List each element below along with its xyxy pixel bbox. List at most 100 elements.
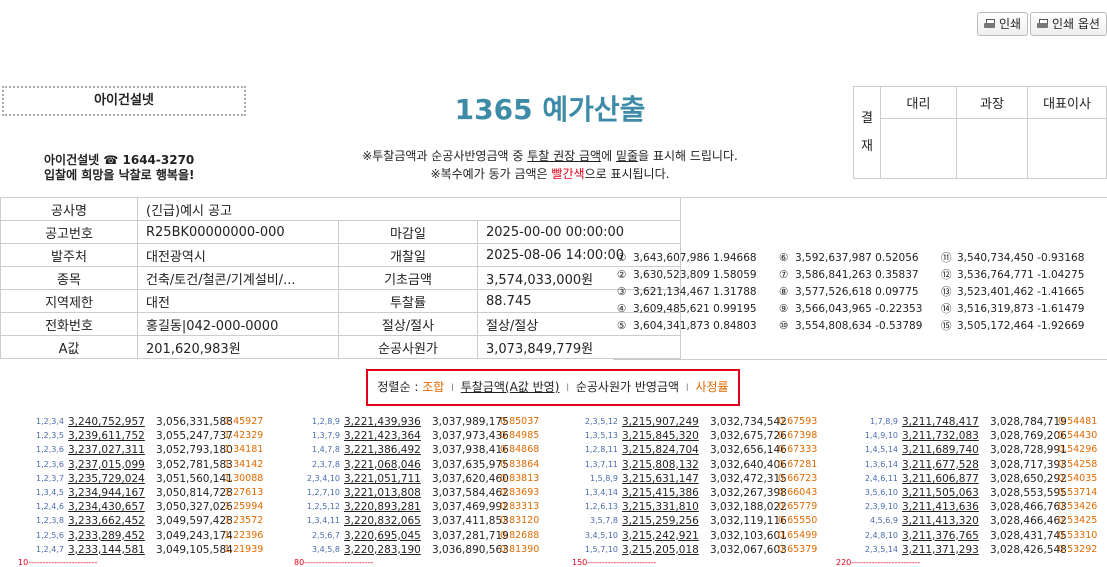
result-row[interactable]: 1,2,3,6 3,237,027,311 3,052,793,180 1.34181 (36, 443, 269, 457)
result-net-amount: 3,032,640,406 (710, 458, 787, 471)
result-row[interactable]: 1,2,3,4 3,240,752,957 3,056,331,588 1.45927 (36, 415, 269, 429)
result-row[interactable]: 2,3,9,10 3,211,413,636 3,028,466,763 0.5342… (865, 500, 1103, 514)
result-row[interactable]: 2,4,8,10 3,211,376,765 3,028,431,745 0.5331… (865, 529, 1103, 543)
reserve-price-amount: 3,592,637,987 (795, 252, 872, 264)
result-row[interactable]: 1,3,5,13 3,215,845,320 3,032,675,726 0.6739… (585, 429, 823, 443)
company-slogan: 입찰에 희망을 낙찰로 행복을! (44, 168, 195, 182)
result-row[interactable]: 1,3,6,14 3,211,677,528 3,028,717,393 0.5425… (865, 458, 1103, 472)
result-row[interactable]: 1,5,8,9 3,215,631,147 3,032,472,315 0.66723 (590, 472, 823, 486)
result-row[interactable]: 1,4,7,8 3,221,386,492 3,037,938,416 0.84868 (312, 443, 545, 457)
result-combo: 1,4,5,14 (864, 445, 898, 455)
result-combo: 2,5,6,7 (312, 530, 340, 540)
result-row[interactable]: 1,2,8,11 3,215,824,704 3,032,656,146 0.6733… (585, 443, 823, 457)
approval-side-label: 결재 (853, 86, 881, 179)
result-net-amount: 3,032,103,601 (710, 529, 787, 542)
result-block: 2,3,5,12 3,215,907,249 3,032,734,542 0.6759… (585, 415, 823, 557)
result-row[interactable]: 1,7,8,9 3,211,748,417 3,028,784,719 0.54481 (870, 415, 1103, 429)
result-row[interactable]: 1,3,4,14 3,215,415,386 3,032,267,398 0.6604… (585, 486, 823, 500)
result-net-amount: 3,056,331,588 (156, 416, 233, 428)
result-row[interactable]: 1,4,5,14 3,211,689,740 3,028,728,991 0.5429… (865, 443, 1103, 457)
result-rate: 1.25994 (224, 501, 264, 513)
result-row[interactable]: 2,3,5,12 3,215,907,249 3,032,734,542 0.6759… (585, 415, 823, 429)
result-row[interactable]: 2,4,6,11 3,211,606,877 3,028,650,292 0.5403… (865, 472, 1103, 486)
result-bid-amount: 3,215,845,320 (622, 430, 699, 443)
result-net-amount: 3,037,584,462 (432, 486, 509, 499)
result-rate: 0.84868 (500, 444, 540, 456)
approval-sign-ceo[interactable] (1027, 118, 1107, 179)
result-rate: 0.83813 (500, 472, 540, 484)
result-row[interactable]: 3,5,6,10 3,211,505,063 3,028,553,595 0.5371… (865, 486, 1103, 500)
result-row[interactable]: 1,2,4,7 3,233,144,581 3,049,105,584 1.21939 (36, 543, 269, 557)
result-net-amount: 3,037,620,460 (432, 472, 509, 485)
result-row[interactable]: 3,5,7,8 3,215,259,256 3,032,119,116 0.65550 (590, 514, 823, 528)
result-combo: 2,3,7,8 (312, 459, 340, 469)
result-row[interactable]: 1,2,5,12 3,220,893,281 3,037,469,992 0.8331… (307, 500, 545, 514)
result-bid-amount: 3,211,413,636 (902, 501, 979, 514)
reserve-price-rate: -1.41665 (1037, 286, 1085, 298)
result-combo: 1,2,5,6 (36, 530, 64, 540)
result-row[interactable]: 1,4,9,10 3,211,732,083 3,028,769,206 0.5443… (865, 429, 1103, 443)
result-row[interactable]: 1,5,7,10 3,215,205,018 3,032,067,603 0.6537… (585, 543, 823, 557)
print-label: 인쇄 (999, 17, 1022, 31)
result-row[interactable]: 3,4,5,8 3,220,283,190 3,036,890,563 0.81390 (312, 543, 545, 557)
reserve-price-number: ① (617, 252, 627, 264)
result-rate: 1.42329 (224, 430, 264, 442)
result-row[interactable]: 2,3,4,10 3,221,051,711 3,037,620,460 0.8381… (307, 472, 545, 486)
result-row[interactable]: 2,3,7,8 3,221,068,046 3,037,635,975 0.83864 (312, 458, 545, 472)
result-rate: 0.53425 (1058, 515, 1098, 527)
result-net-amount: 3,028,466,462 (990, 515, 1067, 528)
approval-sign-deputy[interactable] (880, 118, 957, 179)
approval-sign-manager[interactable] (956, 118, 1028, 179)
result-row[interactable]: 1,2,3,7 3,235,729,024 3,051,560,141 1.30088 (36, 472, 269, 486)
result-row[interactable]: 2,3,5,14 3,211,371,293 3,028,426,548 0.5329… (865, 543, 1103, 557)
result-row[interactable]: 1,2,7,10 3,221,013,808 3,037,584,462 0.8369… (307, 486, 545, 500)
result-row[interactable]: 1,3,4,11 3,220,832,065 3,037,411,853 0.8312… (307, 514, 545, 528)
reserve-price-item: ⑩ 3,554,808,634 -0.53789 (779, 318, 949, 335)
result-row[interactable]: 1,3,7,9 3,221,423,364 3,037,973,436 0.84985 (312, 429, 545, 443)
reserve-price-item: ⑤ 3,604,341,873 0.84803 (617, 318, 787, 335)
result-net-amount: 3,036,890,563 (432, 543, 509, 556)
result-rate: 0.53426 (1058, 501, 1098, 513)
reserve-price-amount: 3,505,172,464 (957, 320, 1034, 332)
result-row[interactable]: 1,2,3,8 3,233,662,452 3,049,597,428 1.23572 (36, 514, 269, 528)
result-row[interactable]: 4,5,6,9 3,211,413,320 3,028,466,462 0.53425 (870, 514, 1103, 528)
result-bid-amount: 3,211,505,063 (902, 486, 979, 499)
result-row[interactable]: 1,2,4,6 3,234,430,657 3,050,327,026 1.25994 (36, 500, 269, 514)
result-rate: 1.34142 (224, 458, 264, 470)
reserve-price-rate: 0.84803 (713, 320, 757, 332)
sort-rate-link[interactable]: 사정률 (695, 380, 728, 394)
result-row[interactable]: 1,2,8,9 3,221,439,936 3,037,989,175 0.85037 (312, 415, 545, 429)
result-bid-amount: 3,215,415,386 (622, 486, 699, 499)
result-row[interactable]: 1,2,6,13 3,215,331,810 3,032,188,022 0.6577… (585, 500, 823, 514)
print-button[interactable]: 인쇄 (977, 12, 1029, 36)
sort-bar: 정렬순 : 조합 l 투찰금액(A값 반영) l 순공사원가 반영금액 l 사정… (366, 369, 740, 406)
result-row[interactable]: 1,3,7,11 3,215,808,132 3,032,640,406 0.6728… (585, 458, 823, 472)
reserve-price-rate: 1.58059 (713, 269, 757, 281)
result-row[interactable]: 1,2,3,6 3,237,015,099 3,052,781,583 1.34142 (36, 458, 269, 472)
result-combo: 2,3,5,14 (864, 544, 898, 554)
result-row[interactable]: 3,4,5,10 3,215,242,921 3,032,103,601 0.6549… (585, 529, 823, 543)
result-rate: 0.85037 (500, 416, 540, 427)
result-combo: 1,2,3,6 (36, 445, 64, 455)
sort-net-link[interactable]: 순공사원가 반영금액 (576, 380, 679, 394)
reserve-price-amount: 3,566,043,965 (795, 303, 872, 315)
result-row[interactable]: 1,2,3,5 3,239,611,752 3,055,247,737 1.42329 (36, 429, 269, 443)
reserve-price-rate: -0.22353 (875, 303, 923, 315)
result-combo: 1,5,7,10 (584, 544, 618, 554)
result-combo: 4,5,6,9 (870, 516, 898, 526)
result-row[interactable]: 1,3,4,5 3,234,944,167 3,050,814,728 1.27613 (36, 486, 269, 500)
result-combo: 1,3,7,11 (584, 459, 618, 469)
result-rate: 1.23572 (224, 515, 264, 527)
result-bid-amount: 3,215,824,704 (622, 444, 699, 457)
reserve-price-column: ⑥ 3,592,637,987 0.52056 ⑦ 3,586,841,263 0.3… (779, 250, 949, 335)
result-row[interactable]: 1,2,5,6 3,233,289,452 3,049,243,174 1.22396 (36, 529, 269, 543)
reserve-price-item: ① 3,643,607,986 1.94668 (617, 250, 787, 267)
result-bid-amount: 3,211,371,293 (902, 543, 979, 556)
reserve-price-column: ① 3,643,607,986 1.94668 ② 3,630,523,809 1.5… (617, 250, 787, 335)
print-options-button[interactable]: 인쇄 옵션 (1030, 12, 1107, 36)
info-value: (긴급)예시 공고 (137, 197, 681, 221)
result-bid-amount: 3,211,413,320 (902, 515, 979, 528)
result-row[interactable]: 2,5,6,7 3,220,695,045 3,037,281,719 0.82688 (312, 529, 545, 543)
sort-combo-link[interactable]: 조합 (422, 380, 444, 394)
sort-bid-link[interactable]: 투찰금액(A값 반영) (461, 380, 560, 394)
